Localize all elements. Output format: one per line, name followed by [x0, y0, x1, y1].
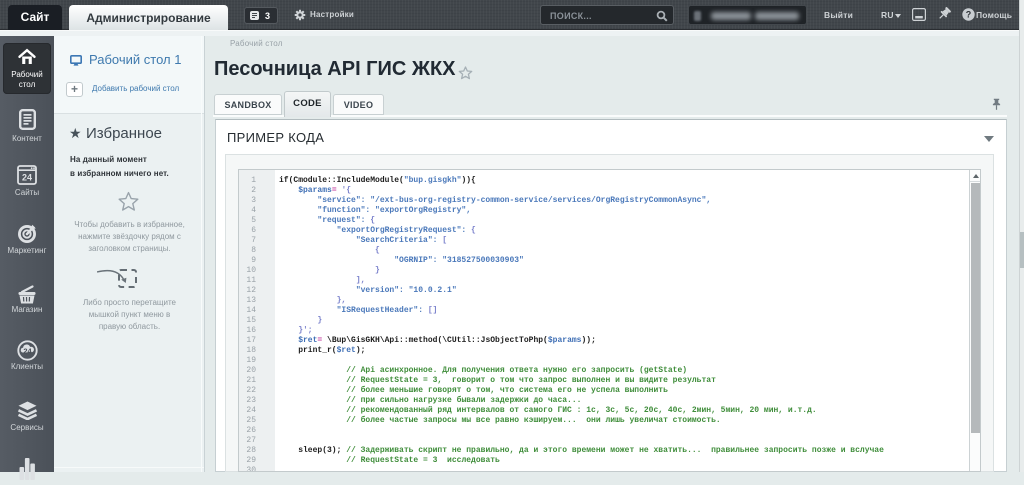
svg-text:24: 24	[22, 173, 32, 183]
svg-text:24: 24	[23, 346, 32, 355]
svg-text:?: ?	[966, 10, 972, 20]
